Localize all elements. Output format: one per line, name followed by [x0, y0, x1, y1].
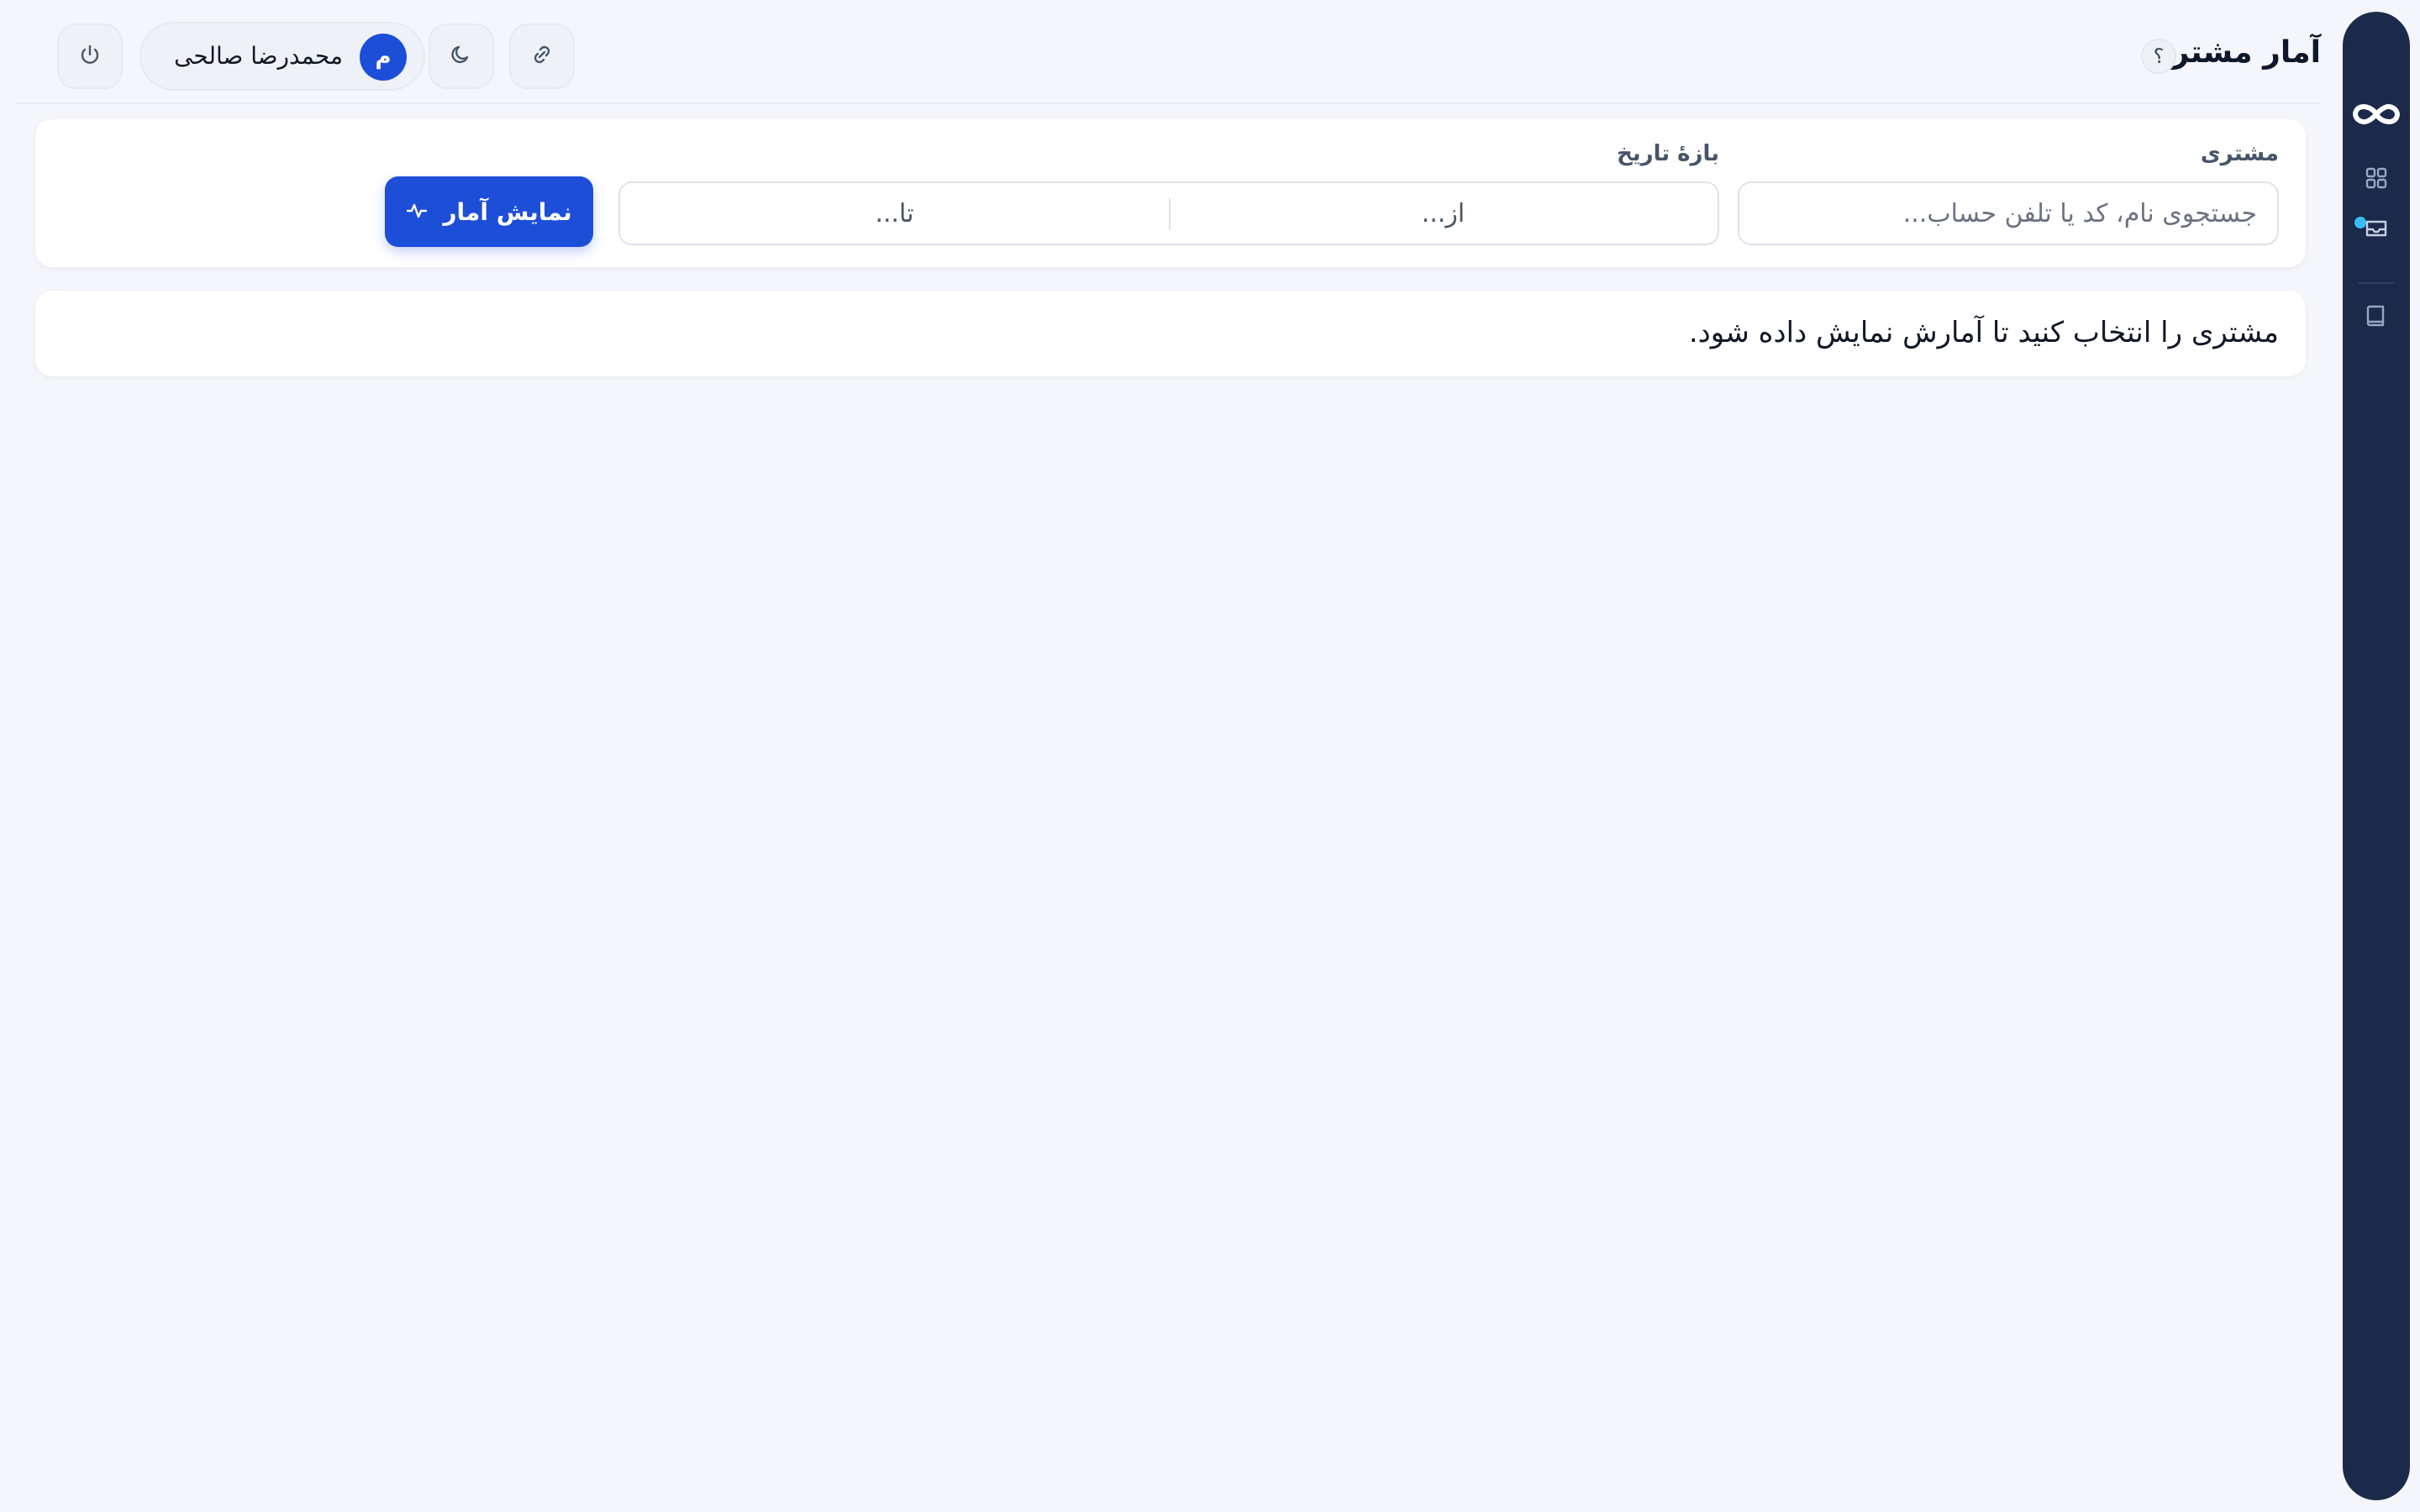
rail-divider	[2358, 282, 2395, 284]
user-menu[interactable]: م محمدرضا صالحی	[139, 22, 425, 91]
show-stats-button[interactable]: نمایش آمار	[385, 176, 593, 247]
side-rail	[2343, 12, 2410, 1500]
empty-state-card: مشتری را انتخاب کنید تا آمارش نمایش داده…	[35, 291, 2306, 376]
link-icon	[529, 42, 555, 71]
date-range-label: بازهٔ تاریخ	[1617, 141, 1719, 166]
activity-icon	[406, 198, 428, 226]
infinity-logo[interactable]	[2349, 94, 2403, 134]
inbox-icon	[2364, 217, 2389, 244]
moon-icon	[449, 42, 474, 71]
logout-button[interactable]	[57, 24, 123, 89]
theme-toggle-button[interactable]	[429, 24, 494, 89]
user-name: محمدرضا صالحی	[174, 42, 343, 70]
link-button[interactable]	[509, 24, 575, 89]
customer-label: مشتری	[2200, 141, 2279, 166]
date-from-input[interactable]: از...	[1169, 183, 1718, 244]
help-button[interactable]: ؟	[2141, 39, 2176, 74]
book-icon	[2365, 303, 2388, 332]
date-to-input[interactable]: تا...	[620, 183, 1169, 244]
date-range-field: از... تا...	[618, 181, 1719, 245]
avatar: م	[360, 34, 407, 81]
dashboard-nav-item[interactable]	[2358, 161, 2395, 198]
empty-state-message: مشتری را انتخاب کنید تا آمارش نمایش داده…	[1688, 316, 2279, 349]
inbox-nav-item[interactable]	[2358, 212, 2395, 249]
customer-search-input[interactable]	[1738, 181, 2279, 245]
top-header: آمار مشتری ؟ م محمدرضا صالحی	[17, 0, 2321, 104]
filter-card: مشتری بازهٔ تاریخ از... تا... نمایش آمار	[35, 119, 2306, 267]
show-stats-label: نمایش آمار	[443, 197, 572, 226]
date-range-separator	[1169, 198, 1171, 230]
power-icon	[77, 42, 103, 71]
dashboard-grid-icon	[2365, 166, 2388, 193]
docs-nav-item[interactable]	[2358, 299, 2395, 336]
